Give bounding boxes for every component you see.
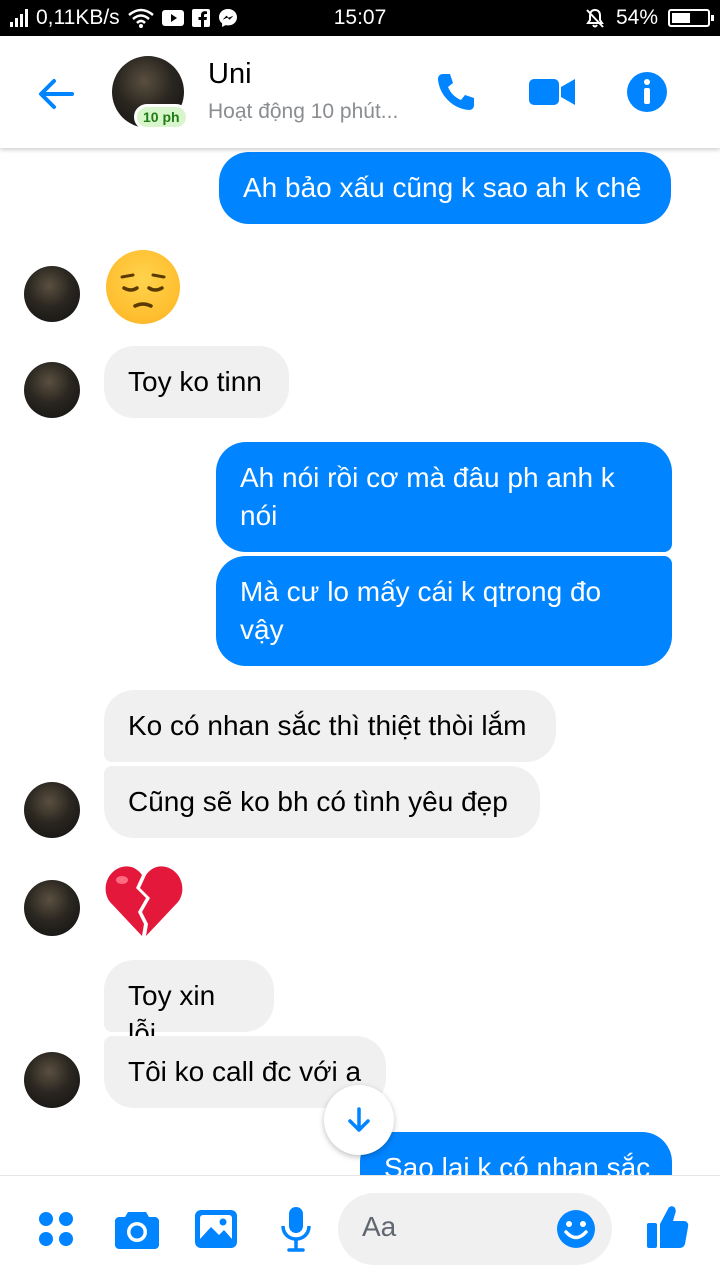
message-bubble-incoming[interactable]: Cũng sẽ ko bh có tình yêu đẹp [104, 766, 540, 838]
active-status: Hoạt động 10 phút... [208, 100, 399, 123]
message-composer: Aa [0, 1175, 720, 1281]
message-bubble-outgoing[interactable]: Ah bảo xấu cũng k sao ah k chê [219, 152, 671, 224]
emoji-icon[interactable] [556, 1209, 596, 1249]
contact-avatar-small [24, 782, 80, 838]
broken-heart-icon[interactable] [104, 862, 184, 938]
message-input[interactable]: Aa [338, 1193, 612, 1265]
contact-avatar-small [24, 880, 80, 936]
message-input-placeholder: Aa [362, 1211, 397, 1242]
phone-icon[interactable] [434, 70, 478, 114]
arrow-down-icon [348, 1107, 370, 1132]
back-arrow-icon[interactable] [34, 72, 78, 116]
scroll-to-bottom-button[interactable] [324, 1085, 394, 1155]
thumbs-up-icon[interactable] [646, 1204, 690, 1250]
signal-icon [10, 9, 28, 27]
message-bubble-outgoing[interactable]: Mà cư lo mấy cái k qtrong đo vậy [216, 556, 672, 666]
status-bar: 0,11KB/s 15:07 54% [0, 0, 720, 36]
messenger-icon [218, 9, 237, 27]
message-bubble-incoming[interactable]: Toy ko tinn [104, 346, 289, 418]
pensive-face-icon[interactable] [106, 250, 180, 324]
active-time-badge: 10 ph [134, 104, 189, 130]
microphone-icon[interactable] [280, 1206, 312, 1252]
gallery-icon[interactable] [194, 1209, 238, 1249]
facebook-icon [191, 9, 210, 27]
message-bubble-outgoing[interactable]: Ah nói rồi cơ mà đâu ph anh k nói [216, 442, 672, 552]
battery-icon [668, 9, 714, 27]
youtube-icon [161, 10, 184, 26]
more-grid-icon[interactable] [36, 1209, 76, 1249]
contact-avatar-small [24, 266, 80, 322]
info-icon[interactable] [626, 71, 668, 113]
network-speed: 0,11KB/s [36, 6, 120, 29]
camera-icon[interactable] [114, 1208, 160, 1250]
message-bubble-incoming[interactable]: Ko có nhan sắc thì thiệt thòi lắm [104, 690, 556, 762]
wifi-icon [127, 8, 154, 28]
conversation-header: 10 ph Uni Hoạt động 10 phút... [0, 36, 720, 148]
video-camera-icon[interactable] [527, 70, 577, 114]
contact-avatar-small [24, 362, 80, 418]
battery-percent: 54% [615, 6, 658, 29]
message-bubble-incoming[interactable]: Toy xin lỗi [104, 960, 274, 1049]
contact-name[interactable]: Uni [208, 58, 252, 91]
contact-avatar-small [24, 1052, 80, 1108]
mute-bell-icon [586, 8, 604, 28]
